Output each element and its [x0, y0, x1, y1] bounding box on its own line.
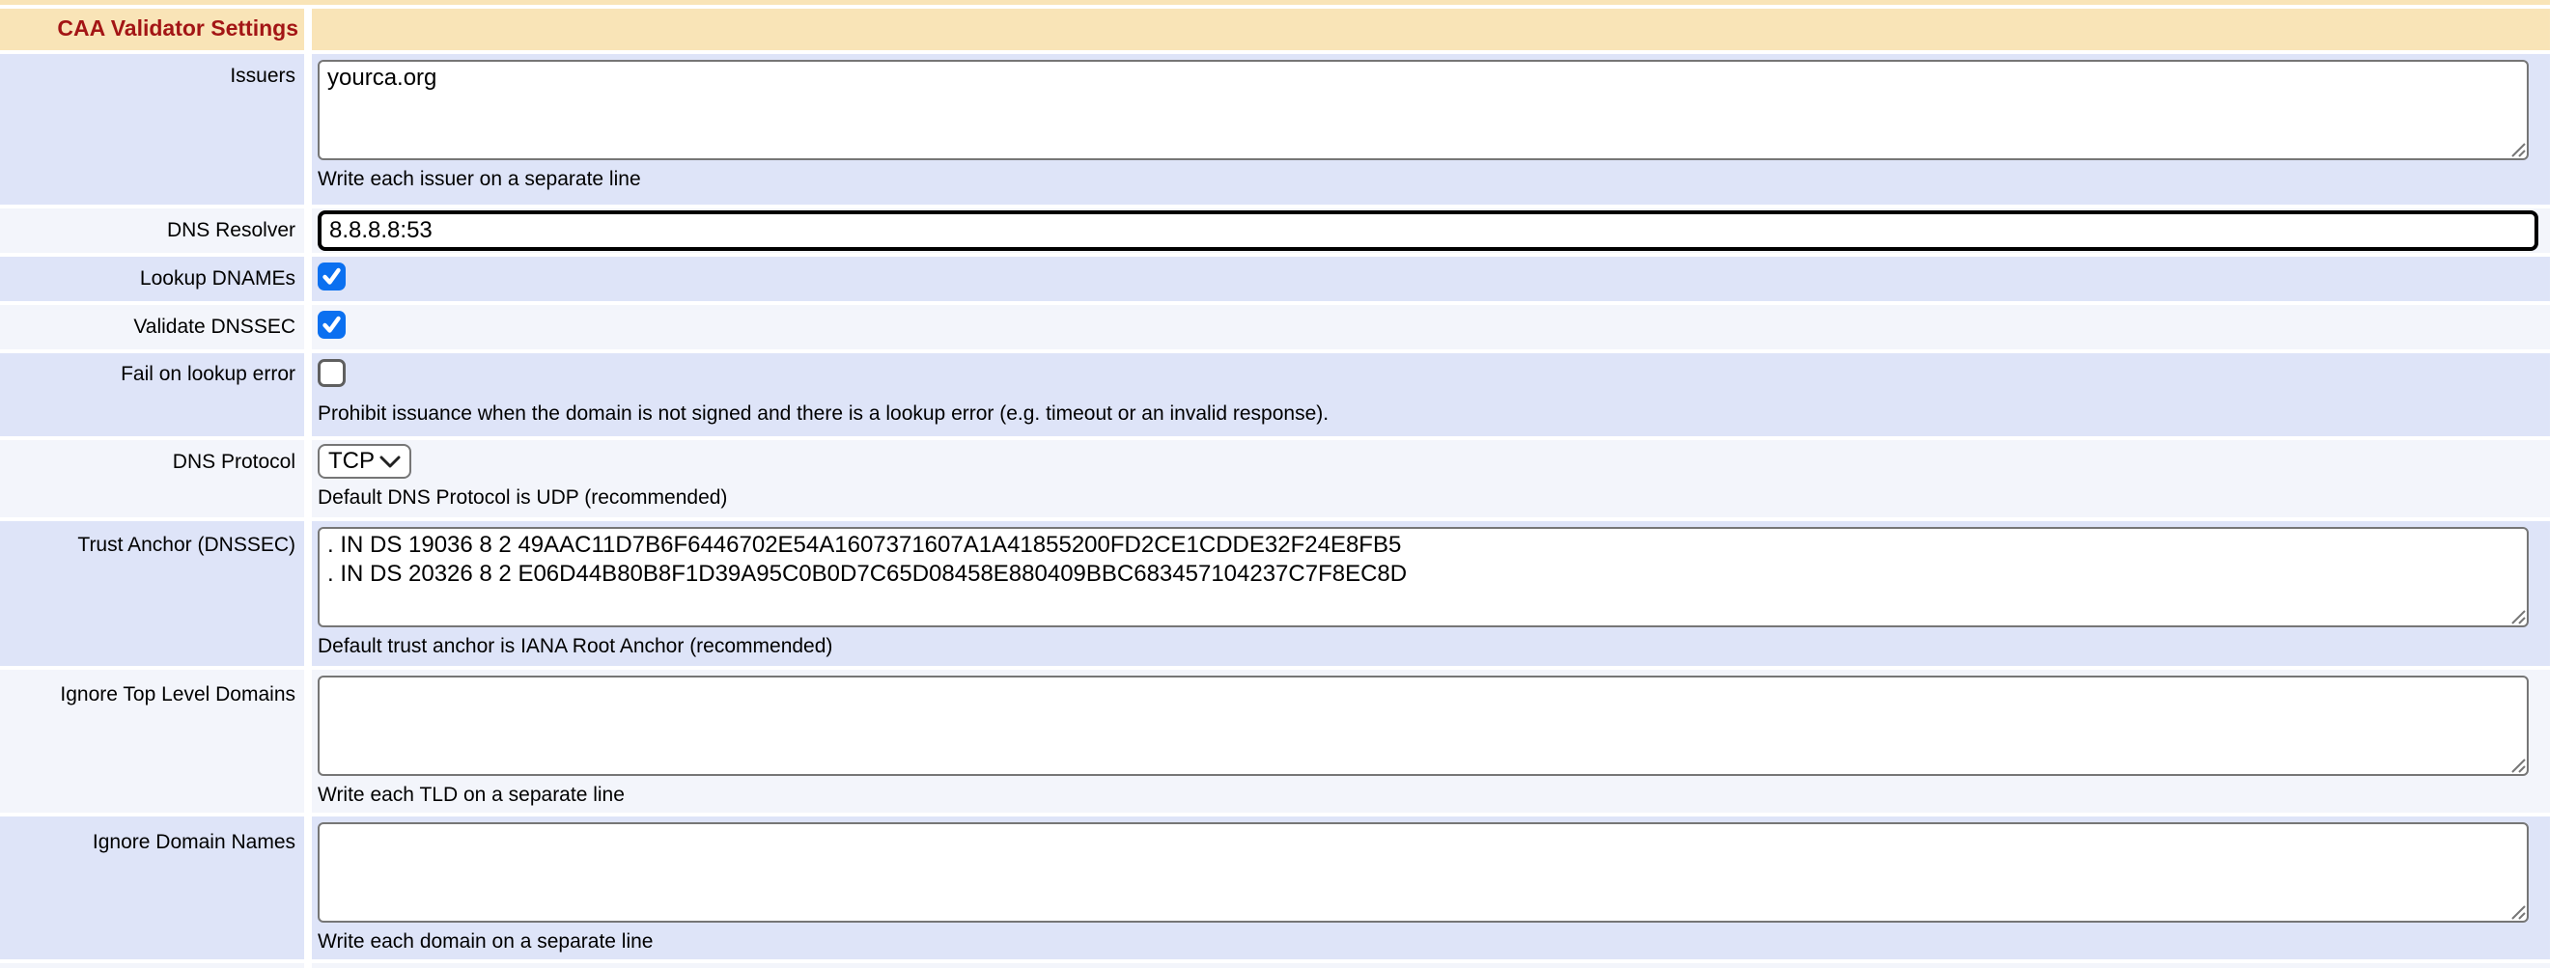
form-row-ignore-tlds: Ignore Top Level Domains Write each TLD …	[0, 670, 2550, 813]
fail-on-lookup-error-label: Fail on lookup error	[0, 353, 304, 436]
dns-resolver-input[interactable]	[318, 210, 2538, 251]
dns-protocol-select[interactable]: TCP	[318, 444, 411, 479]
dns-resolver-label: DNS Resolver	[0, 208, 304, 253]
caa-validator-settings-form: CAA Validator Settings Issuers yourca.or…	[0, 0, 2550, 968]
ignore-tlds-helper: Write each TLD on a separate line	[318, 784, 2550, 806]
form-row-dns-protocol: DNS Protocol TCP Default DNS Protocol is…	[0, 440, 2550, 517]
form-row-issuers: Issuers yourca.org Write each issuer on …	[0, 54, 2550, 205]
next-row-partial	[0, 963, 2550, 968]
form-row-ignore-domains: Ignore Domain Names Write each domain on…	[0, 816, 2550, 959]
lookup-dnames-checkbox[interactable]	[318, 263, 346, 290]
issuers-textarea[interactable]: yourca.org	[318, 60, 2529, 160]
previous-section-edge	[0, 0, 2550, 5]
dns-protocol-label: DNS Protocol	[0, 440, 304, 517]
dns-protocol-selected-value: TCP	[328, 448, 375, 475]
ignore-domains-label: Ignore Domain Names	[0, 816, 304, 959]
form-row-trust-anchor: Trust Anchor (DNSSEC) . IN DS 19036 8 2 …	[0, 521, 2550, 666]
ignore-tlds-textarea[interactable]	[318, 676, 2529, 776]
ignore-domains-textarea[interactable]	[318, 822, 2529, 923]
ignore-domains-helper: Write each domain on a separate line	[318, 930, 2550, 953]
form-row-validate-dnssec: Validate DNSSEC	[0, 305, 2550, 349]
form-row-dns-resolver: DNS Resolver	[0, 208, 2550, 253]
section-title: CAA Validator Settings	[0, 9, 304, 50]
fail-on-lookup-error-helper: Prohibit issuance when the domain is not…	[318, 402, 2550, 425]
issuers-label: Issuers	[0, 54, 304, 205]
validate-dnssec-checkbox[interactable]	[318, 311, 346, 339]
trust-anchor-textarea[interactable]: . IN DS 19036 8 2 49AAC11D7B6F6446702E54…	[318, 527, 2529, 627]
form-row-lookup-dnames: Lookup DNAMEs	[0, 257, 2550, 301]
ignore-tlds-label: Ignore Top Level Domains	[0, 670, 304, 813]
fail-on-lookup-error-checkbox[interactable]	[318, 359, 346, 387]
check-icon	[322, 315, 342, 335]
lookup-dnames-label: Lookup DNAMEs	[0, 257, 304, 301]
issuers-helper: Write each issuer on a separate line	[318, 168, 2550, 190]
check-icon	[322, 266, 342, 287]
section-header-spacer	[312, 9, 2550, 50]
trust-anchor-label: Trust Anchor (DNSSEC)	[0, 521, 304, 666]
dns-protocol-helper: Default DNS Protocol is UDP (recommended…	[318, 486, 2550, 509]
trust-anchor-helper: Default trust anchor is IANA Root Anchor…	[318, 635, 2550, 657]
validate-dnssec-label: Validate DNSSEC	[0, 305, 304, 349]
form-row-fail-on-lookup-error: Fail on lookup error Prohibit issuance w…	[0, 353, 2550, 436]
chevron-down-icon	[378, 456, 402, 468]
section-header-row: CAA Validator Settings	[0, 9, 2550, 50]
